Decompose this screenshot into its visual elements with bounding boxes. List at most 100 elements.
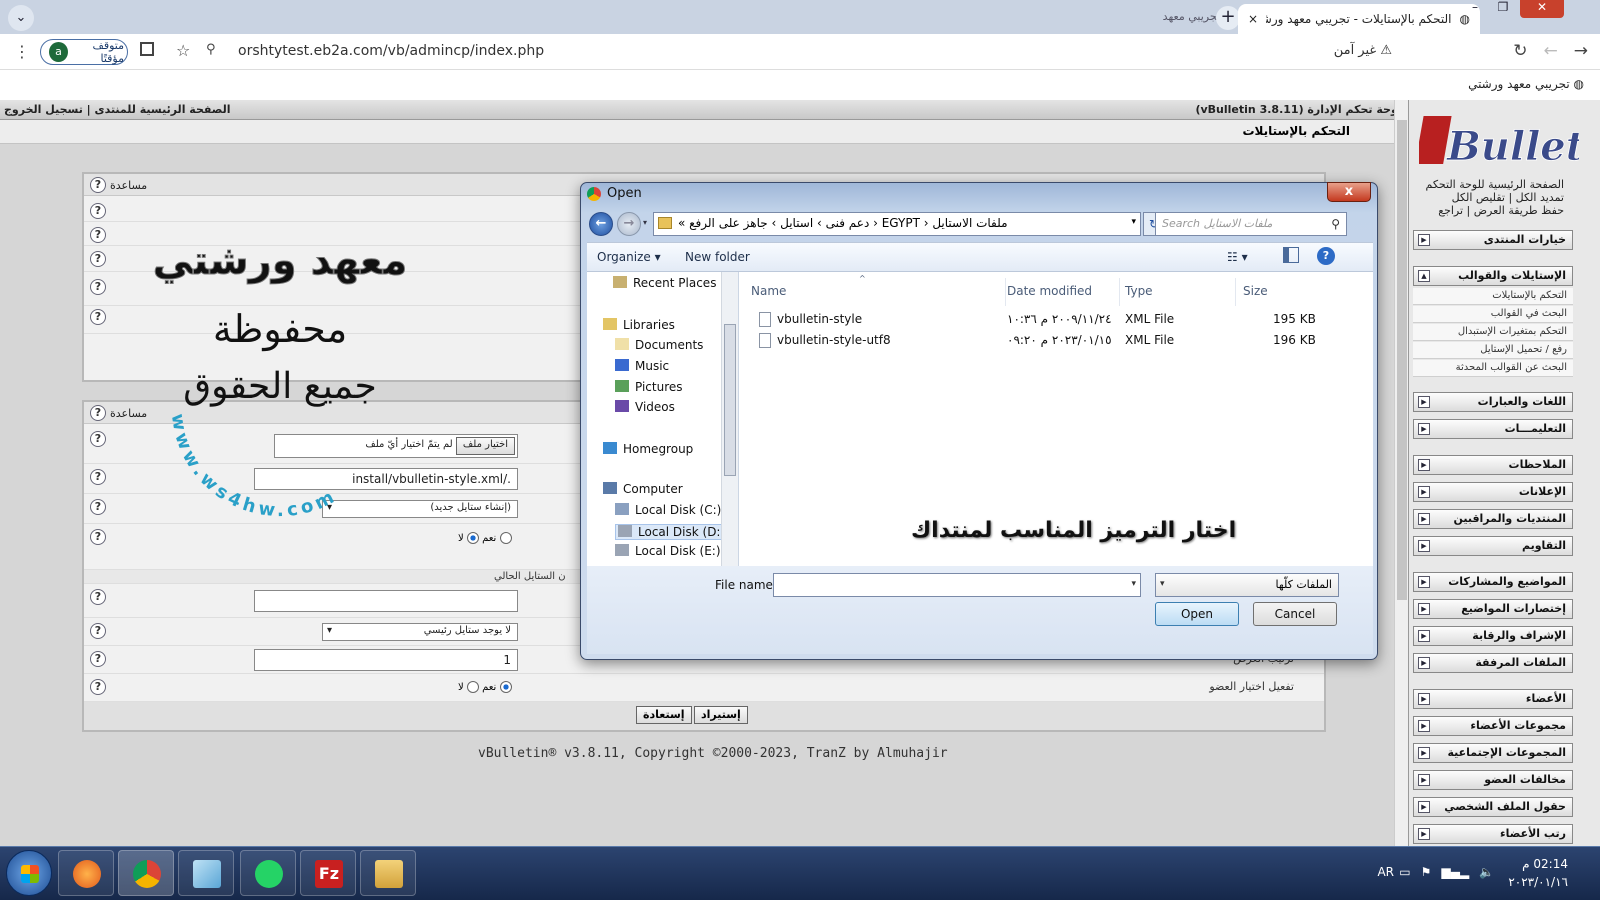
nav-item[interactable]: Videos (615, 400, 675, 414)
expand-icon[interactable]: ▶ (1418, 630, 1430, 642)
help-icon[interactable]: ? (90, 309, 106, 325)
sidebar-group[interactable]: الإستايلات والقوالب ▲ (1413, 266, 1573, 286)
help-icon[interactable]: ? (90, 589, 106, 605)
reload-icon[interactable]: ↻ (1513, 41, 1527, 61)
cancel-button[interactable]: Cancel (1253, 602, 1337, 626)
nav-item[interactable]: Music (615, 359, 669, 373)
expand-icon[interactable]: ▶ (1418, 720, 1430, 732)
sidebar-group[interactable]: خيارات المنتدى ▶ (1413, 230, 1573, 250)
column-name[interactable]: Name (751, 284, 786, 298)
nav-item[interactable]: Local Disk (E:) (615, 544, 721, 558)
view-options-icon[interactable]: ☷ ▾ (1227, 250, 1248, 264)
forward-icon[interactable]: → (1574, 41, 1588, 61)
sidebar-group[interactable]: الملاحظات ▶ (1413, 455, 1573, 475)
url-text[interactable]: orshtytest.eb2a.com/vb/admincp/index.php (238, 43, 544, 59)
help-icon[interactable]: ? (90, 679, 106, 695)
breadcrumb[interactable]: « دعم فنى › استايل › جاهز على الرفع › EG… (653, 212, 1141, 236)
scroll-thumb[interactable] (724, 324, 736, 476)
navpane-scrollbar[interactable] (721, 272, 738, 566)
expand-icon[interactable]: ▶ (1418, 657, 1430, 669)
expand-icon[interactable]: ▶ (1418, 423, 1430, 435)
file-upload-field[interactable]: اختيار ملف لم يتمّ اختيار أيّ ملف (274, 434, 518, 458)
notepad-taskbar-button[interactable] (178, 850, 234, 896)
display-order-input[interactable]: 1 (254, 649, 518, 671)
explorer-taskbar-button[interactable] (360, 850, 416, 896)
style-title-input[interactable] (254, 590, 518, 612)
new-folder-button[interactable]: New folder (685, 250, 750, 264)
expand-icon[interactable]: ▶ (1418, 459, 1430, 471)
expand-icon[interactable]: ▶ (1418, 603, 1430, 615)
sidebar-link[interactable]: تمديد الكل | تقليص الكل (1426, 191, 1564, 204)
expand-icon[interactable]: ▶ (1418, 540, 1430, 552)
collapse-icon[interactable]: ▲ (1418, 270, 1430, 282)
nav-item[interactable]: Recent Places (613, 276, 716, 290)
search-input[interactable]: Search ملفات الاستايل ⚲ (1155, 212, 1347, 236)
expand-icon[interactable]: ▶ (1418, 693, 1430, 705)
nav-item[interactable]: Computer (603, 482, 683, 496)
help-icon[interactable]: ? (90, 431, 106, 447)
expand-icon[interactable]: ▶ (1418, 234, 1430, 246)
help-icon[interactable]: ? (90, 469, 106, 485)
sidebar-group[interactable]: حقول الملف الشخصي ▶ (1413, 797, 1573, 817)
sidebar-group[interactable]: إختصارات المواضيع ▶ (1413, 599, 1573, 619)
expand-icon[interactable]: ▶ (1418, 747, 1430, 759)
sidebar-group[interactable]: الإعلانات ▶ (1413, 482, 1573, 502)
nav-item[interactable]: Homegroup (603, 442, 693, 456)
sidebar-item[interactable]: البحث في القوالب (1413, 306, 1573, 323)
yes-radio[interactable] (499, 532, 512, 544)
volume-icon[interactable]: 🔈 (1479, 865, 1494, 879)
action-center-icon[interactable]: ⚑ (1421, 865, 1432, 879)
flag-icon[interactable]: ▭ (1399, 865, 1410, 879)
filezilla-taskbar-button[interactable]: Fz (300, 850, 356, 896)
bookmark-item[interactable]: ◍ تجريبي معهد ورشتي (1468, 77, 1584, 91)
sidebar-group[interactable]: المجموعات الإجتماعية ▶ (1413, 743, 1573, 763)
sidebar-group[interactable]: اللغات والعبارات ▶ (1413, 392, 1573, 412)
help-icon[interactable]: ? (90, 529, 106, 545)
help-icon[interactable]: ? (90, 251, 106, 267)
scroll-thumb[interactable] (1397, 120, 1407, 600)
import-button[interactable]: إستيراد (694, 706, 748, 724)
back-icon[interactable]: ← (1544, 41, 1558, 61)
help-icon[interactable]: ? (90, 651, 106, 667)
menu-kebab-icon[interactable]: ⋮ (14, 42, 30, 61)
clock-date[interactable]: ٢٠٢٣/٠١/١٦ (1508, 875, 1568, 889)
tab-search-button[interactable]: ⌄ (8, 5, 34, 31)
recent-locations-icon[interactable]: ▾ (643, 218, 647, 227)
reset-button[interactable]: إستعادة (636, 706, 692, 724)
sidebar-group[interactable]: المنتديات والمراقبين ▶ (1413, 509, 1573, 529)
expand-icon[interactable]: ▶ (1418, 486, 1430, 498)
sidebar-group[interactable]: مجموعات الأعضاء ▶ (1413, 716, 1573, 736)
expand-icon[interactable]: ▶ (1418, 576, 1430, 588)
whatsapp-taskbar-button[interactable] (240, 850, 296, 896)
sidebar-item[interactable]: البحث عن القوالب المحدثة (1413, 360, 1573, 377)
column-date[interactable]: Date modified (1007, 284, 1092, 298)
back-icon[interactable]: ← (589, 212, 613, 236)
sidebar-group[interactable]: الملفات المرفقة ▶ (1413, 653, 1573, 673)
top-links[interactable]: الصفحة الرئيسية للمنتدى | تسجيل الخروج (4, 103, 231, 116)
start-button[interactable] (6, 850, 52, 896)
firefox-taskbar-button[interactable] (58, 850, 114, 896)
expand-icon[interactable]: ▶ (1418, 828, 1430, 840)
expand-icon[interactable]: ▶ (1418, 396, 1430, 408)
page-scrollbar[interactable] (1394, 100, 1408, 846)
help-icon[interactable]: ? (90, 177, 106, 193)
sidebar-item[interactable]: التحكم بالإستايلات (1413, 288, 1573, 305)
organize-button[interactable]: Organize ▾ (597, 250, 661, 264)
sidebar-group[interactable]: الإشراف والرقابة ▶ (1413, 626, 1573, 646)
column-size[interactable]: Size (1243, 284, 1268, 298)
help-icon[interactable]: ? (90, 499, 106, 515)
side-panel-icon[interactable] (140, 42, 154, 56)
sidebar-link[interactable]: الصفحة الرئيسية للوحة التحكم (1426, 178, 1564, 191)
window-close-button[interactable]: ✕ (1520, 0, 1564, 18)
sidebar-group[interactable]: التعليمـــات ▶ (1413, 419, 1573, 439)
server-path-input[interactable]: install/vbulletin-style.xml/. (254, 468, 518, 490)
nav-item[interactable]: Documents (615, 338, 703, 352)
nav-item[interactable]: Pictures (615, 380, 683, 394)
no-radio[interactable] (466, 681, 479, 693)
sidebar-group[interactable]: المواضيع والمشاركات ▶ (1413, 572, 1573, 592)
chrome-taskbar-button[interactable] (118, 850, 174, 896)
new-tab-button[interactable]: + (1216, 6, 1240, 30)
sidebar-item[interactable]: التحكم بمتغيرات الإستبدال (1413, 324, 1573, 341)
inactive-tab[interactable]: تجريبي معهد (1068, 8, 1228, 30)
security-warning[interactable]: ⚠ غير آمن (1334, 43, 1392, 58)
